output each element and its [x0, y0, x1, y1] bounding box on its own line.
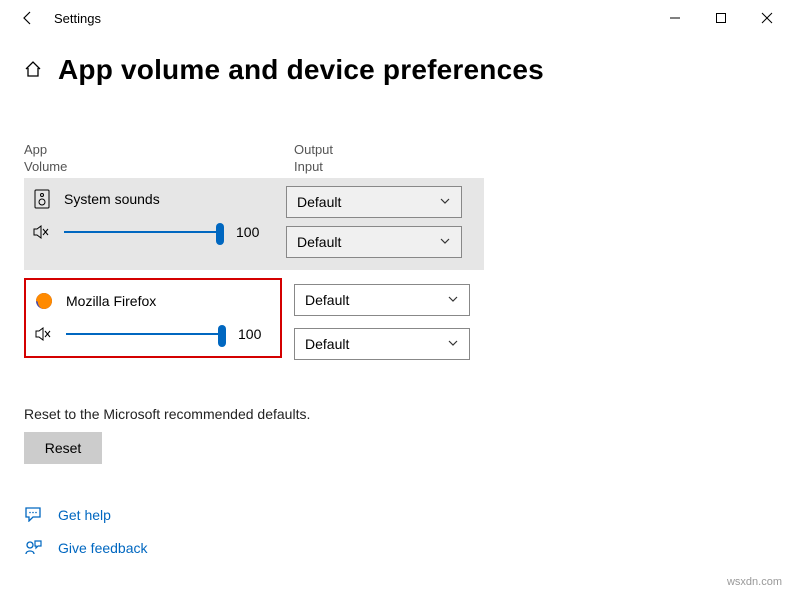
- output-select-firefox[interactable]: Default: [294, 284, 470, 316]
- app-block-firefox: Mozilla Firefox 100: [24, 278, 282, 358]
- get-help-link[interactable]: Get help: [24, 506, 766, 525]
- volume-value-firefox: 100: [238, 326, 261, 342]
- volume-slider-system[interactable]: [64, 222, 222, 242]
- output-select-system[interactable]: Default: [286, 186, 462, 218]
- reset-button[interactable]: Reset: [24, 432, 102, 464]
- reset-section: Reset to the Microsoft recommended defau…: [24, 406, 766, 464]
- output-value-firefox: Default: [305, 292, 349, 308]
- give-feedback-link[interactable]: Give feedback: [24, 539, 766, 558]
- chevron-down-icon: [439, 234, 451, 250]
- close-button[interactable]: [744, 0, 790, 36]
- mute-toggle-firefox[interactable]: [34, 326, 54, 342]
- volume-slider-firefox[interactable]: [66, 324, 224, 344]
- firefox-icon: [34, 291, 54, 311]
- maximize-button[interactable]: [698, 0, 744, 36]
- home-icon[interactable]: [24, 60, 42, 81]
- window-title: Settings: [54, 11, 101, 26]
- speaker-device-icon: [32, 189, 52, 209]
- titlebar: Settings: [0, 0, 790, 36]
- col-app-label-2: Volume: [24, 159, 294, 176]
- volume-value-system: 100: [236, 224, 259, 240]
- column-headers: App Volume Output Input: [24, 142, 766, 176]
- window-controls: [652, 0, 790, 36]
- chevron-down-icon: [447, 336, 459, 352]
- give-feedback-label: Give feedback: [58, 540, 148, 556]
- output-value-system: Default: [297, 194, 341, 210]
- page-title: App volume and device preferences: [58, 54, 544, 86]
- chevron-down-icon: [447, 292, 459, 308]
- input-value-system: Default: [297, 234, 341, 250]
- back-button[interactable]: [8, 0, 48, 36]
- col-app-label-1: App: [24, 142, 294, 159]
- col-output-label: Output: [294, 142, 333, 159]
- input-value-firefox: Default: [305, 336, 349, 352]
- page-header: App volume and device preferences: [0, 36, 790, 94]
- input-select-firefox[interactable]: Default: [294, 328, 470, 360]
- minimize-button[interactable]: [652, 0, 698, 36]
- app-block-system-sounds: System sounds 100 Default: [24, 178, 484, 270]
- reset-description: Reset to the Microsoft recommended defau…: [24, 406, 766, 422]
- mute-toggle-system[interactable]: [32, 224, 52, 240]
- col-input-label: Input: [294, 159, 333, 176]
- feedback-icon: [24, 539, 44, 558]
- input-select-system[interactable]: Default: [286, 226, 462, 258]
- get-help-label: Get help: [58, 507, 111, 523]
- watermark: wsxdn.com: [727, 576, 782, 588]
- app-name-firefox: Mozilla Firefox: [66, 293, 156, 309]
- chevron-down-icon: [439, 194, 451, 210]
- footer-links: Get help Give feedback: [24, 506, 766, 558]
- app-name-system: System sounds: [64, 191, 160, 207]
- chat-help-icon: [24, 506, 44, 525]
